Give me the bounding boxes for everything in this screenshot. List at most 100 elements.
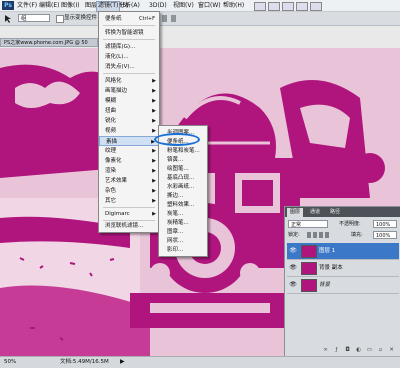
submenu-arrow-icon: ▶ xyxy=(152,178,156,184)
submenu-arrow-icon: ▶ xyxy=(152,148,156,154)
submenu-arrow-icon: ▶ xyxy=(152,168,156,174)
layer-thumbnail xyxy=(301,245,317,258)
opacity-input[interactable]: 100% xyxy=(373,220,397,228)
link-layers-icon[interactable]: ∞ xyxy=(322,347,329,354)
submenu-arrow-icon: ▶ xyxy=(152,78,156,84)
menu-bar: Ps 文件(F) 编辑(E) 图像(I) 图层(L) 选择(S) 滤镜(T) 分… xyxy=(0,0,400,12)
filter-menu-item-brush-strokes[interactable]: 画笔描边 ▶ xyxy=(99,86,159,96)
zoom-level[interactable]: 50% xyxy=(4,357,16,367)
menu-edit[interactable]: 编辑(E) xyxy=(38,1,60,10)
sketch-item-photocopy[interactable]: 影印... xyxy=(159,245,207,255)
filter-menu-item-vanishing-point[interactable]: 消失点(V)... xyxy=(99,62,159,72)
photoshop-logo: Ps xyxy=(2,1,14,10)
filter-menu-item-noise[interactable]: 杂色 ▶ xyxy=(99,186,159,196)
submenu-arrow-icon: ▶ xyxy=(152,211,156,217)
menu-analysis[interactable]: 分析(A) xyxy=(118,1,141,10)
arrange-docs-icon[interactable] xyxy=(296,2,308,11)
delete-layer-icon[interactable]: ✕ xyxy=(388,347,395,354)
filter-menu-item-last-filter[interactable]: 便条纸 Ctrl+F xyxy=(99,14,159,24)
bridge-icon[interactable] xyxy=(254,2,266,11)
visibility-eye-icon[interactable]: 👁 xyxy=(289,247,297,255)
filter-menu-item-video[interactable]: 视频 ▶ xyxy=(99,126,159,136)
highlight-oval xyxy=(154,133,200,146)
lock-icons[interactable] xyxy=(307,232,331,238)
filter-menu-item-render[interactable]: 渲染 ▶ xyxy=(99,166,159,176)
filter-menu-item-other[interactable]: 其它 ▶ xyxy=(99,196,159,206)
submenu-arrow-icon: ▶ xyxy=(152,118,156,124)
filter-menu-item-pixelate[interactable]: 像素化 ▶ xyxy=(99,156,159,166)
adjustment-layer-icon[interactable]: ◐ xyxy=(355,347,362,354)
view-extras-icon[interactable] xyxy=(282,2,294,11)
filter-menu-item-blur[interactable]: 模糊 ▶ xyxy=(99,96,159,106)
menu-window[interactable]: 窗口(W) xyxy=(197,1,222,10)
menu-item-label: 视频 xyxy=(105,128,117,134)
layer-row[interactable]: 👁 图层 1 xyxy=(287,243,399,260)
visibility-eye-icon[interactable]: 👁 xyxy=(289,264,297,272)
fill-label: 填充: xyxy=(351,232,363,238)
menu-item-label: 纹理 xyxy=(105,148,117,154)
filter-menu-item-texture[interactable]: 纹理 ▶ xyxy=(99,146,159,156)
layers-panel-buttons: ∞ ƒ ◘ ◐ ▭ ▫ ✕ xyxy=(320,347,398,356)
menu-view[interactable]: 视图(V) xyxy=(172,1,195,10)
menu-item-label: 扭曲 xyxy=(105,108,117,114)
lock-label: 锁定: xyxy=(288,232,300,238)
menu-item-label: 风格化 xyxy=(105,78,122,84)
doc-info[interactable]: 文档:5.49M/16.5M xyxy=(60,357,109,367)
menu-item-label: Digimarc xyxy=(105,211,130,217)
layers-panel: 图层 通道 路径 正常 不透明度: 100% 锁定: 填充: 100% 👁 图层… xyxy=(284,206,400,358)
filter-menu-item-digimarc[interactable]: Digimarc ▶ xyxy=(99,209,159,219)
menu-3d[interactable]: 3D(D) xyxy=(148,1,168,10)
layer-thumbnail xyxy=(301,279,317,292)
layer-row[interactable]: 👁 背景 xyxy=(287,277,399,294)
filter-menu-item-gallery[interactable]: 滤镜库(G)... xyxy=(99,42,159,52)
add-mask-icon[interactable]: ◘ xyxy=(344,347,351,354)
menu-item-label: 便条纸 xyxy=(105,16,122,22)
move-tool-icon[interactable] xyxy=(3,14,13,23)
menu-item-label: 模糊 xyxy=(105,98,117,104)
layer-style-icon[interactable]: ƒ xyxy=(333,347,340,354)
menu-item-label: 画笔描边 xyxy=(105,88,128,94)
blend-mode-dropdown[interactable]: 正常 xyxy=(288,220,328,228)
filter-menu-item-liquify[interactable]: 液化(L)... xyxy=(99,52,159,62)
submenu-arrow-icon: ▶ xyxy=(152,88,156,94)
options-bar: 组 显示变换控件 xyxy=(0,12,400,26)
filter-menu-item-stylize[interactable]: 风格化 ▶ xyxy=(99,76,159,86)
new-group-icon[interactable]: ▭ xyxy=(366,347,373,354)
tab-channels[interactable]: 通道 xyxy=(307,208,323,217)
filter-menu-item-artistic[interactable]: 艺术效果 ▶ xyxy=(99,176,159,186)
filter-menu-item-convert-smart[interactable]: 转换为智能滤镜 xyxy=(99,28,159,38)
screen-mode-icon[interactable] xyxy=(310,2,322,11)
minibridge-icon[interactable] xyxy=(268,2,280,11)
layer-name: 背景 xyxy=(319,282,331,288)
fill-input[interactable]: 100% xyxy=(373,231,397,239)
menu-help[interactable]: 帮助(H) xyxy=(222,1,245,10)
menu-item-label: 艺术效果 xyxy=(105,178,128,184)
tab-paths[interactable]: 路径 xyxy=(327,208,343,217)
layer-row[interactable]: 👁 背景 副本 xyxy=(287,260,399,277)
menu-item-label: 其它 xyxy=(105,198,117,204)
filter-menu-item-distort[interactable]: 扭曲 ▶ xyxy=(99,106,159,116)
submenu-arrow-icon: ▶ xyxy=(152,188,156,194)
new-layer-icon[interactable]: ▫ xyxy=(377,347,384,354)
filter-menu-item-sketch[interactable]: 素描 ▶ xyxy=(99,136,159,146)
show-transform-label: 显示变换控件 xyxy=(64,15,98,21)
filter-menu-item-browse-online[interactable]: 浏览联机滤镜... xyxy=(99,221,159,231)
layers-panel-tabs: 图层 通道 路径 xyxy=(285,207,400,217)
visibility-eye-icon[interactable]: 👁 xyxy=(289,281,297,289)
menu-item-label: 杂色 xyxy=(105,188,117,194)
auto-select-dropdown[interactable]: 组 xyxy=(18,14,50,22)
menu-item-label: 渲染 xyxy=(105,168,117,174)
document-tab[interactable]: PS之家www.phome.com.JPG @ 50 xyxy=(0,38,98,47)
menu-image[interactable]: 图像(I) xyxy=(60,1,80,10)
filter-menu: 便条纸 Ctrl+F 转换为智能滤镜 滤镜库(G)... 液化(L)... 消失点… xyxy=(98,11,160,233)
tab-layers[interactable]: 图层 xyxy=(287,208,304,217)
show-transform-checkbox[interactable] xyxy=(56,15,64,23)
submenu-arrow-icon: ▶ xyxy=(152,128,156,134)
filter-menu-item-sharpen[interactable]: 锐化 ▶ xyxy=(99,116,159,126)
menu-file[interactable]: 文件(F) xyxy=(16,1,38,10)
submenu-arrow-icon: ▶ xyxy=(152,198,156,204)
opacity-label: 不透明度: xyxy=(339,221,361,227)
status-arrow-icon[interactable]: ▶ xyxy=(120,358,125,366)
menu-item-label: 素描 xyxy=(106,139,118,145)
shortcut-label: Ctrl+F xyxy=(139,16,155,22)
